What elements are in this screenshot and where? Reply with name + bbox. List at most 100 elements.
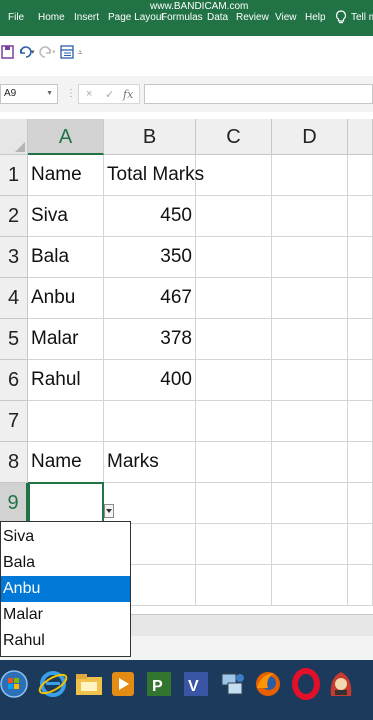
cell-b9[interactable] [104, 483, 196, 524]
row-header-1[interactable]: 1 [0, 155, 28, 196]
cell-a1[interactable]: Name [28, 155, 104, 196]
list-item-highlighted[interactable]: Anbu [1, 576, 130, 602]
cell-d5[interactable] [272, 319, 348, 360]
list-item[interactable]: Bala [1, 550, 130, 576]
formula-bar-grip-icon[interactable]: ⋮ [66, 88, 76, 99]
cell-e7[interactable] [348, 401, 373, 442]
tab-data[interactable]: Data [207, 12, 228, 23]
cell-e10[interactable] [348, 524, 373, 565]
cell-a6[interactable]: Rahul [28, 360, 104, 401]
column-header-e[interactable] [348, 119, 373, 155]
cell-e3[interactable] [348, 237, 373, 278]
project-icon[interactable]: P [143, 668, 175, 700]
windows-start-icon[interactable] [0, 668, 32, 700]
cell-c7[interactable] [196, 401, 272, 442]
cell-a3[interactable]: Bala [28, 237, 104, 278]
cancel-icon[interactable]: × [86, 88, 92, 100]
cell-b2[interactable]: 450 [104, 196, 196, 237]
cell-c4[interactable] [196, 278, 272, 319]
internet-explorer-icon[interactable] [37, 668, 69, 700]
tab-help[interactable]: Help [305, 12, 326, 23]
cell-e4[interactable] [348, 278, 373, 319]
tab-tell-me[interactable]: Tell m [351, 12, 373, 23]
row-header-8[interactable]: 8 [0, 442, 28, 483]
visio-icon[interactable]: V [180, 668, 212, 700]
tab-formulas[interactable]: Formulas [161, 12, 203, 23]
cell-b4[interactable]: 467 [104, 278, 196, 319]
row-header-6[interactable]: 6 [0, 360, 28, 401]
formula-input[interactable] [144, 84, 373, 104]
cell-c9[interactable] [196, 483, 272, 524]
column-header-b[interactable]: B [104, 119, 196, 155]
row-header-9[interactable]: 9 [0, 483, 28, 524]
row-header-2[interactable]: 2 [0, 196, 28, 237]
cell-c3[interactable] [196, 237, 272, 278]
cell-a5[interactable]: Malar [28, 319, 104, 360]
name-box[interactable]: A9 ▼ [0, 84, 58, 104]
column-header-d[interactable]: D [272, 119, 348, 155]
column-header-a[interactable]: A [28, 119, 104, 155]
cell-d8[interactable] [272, 442, 348, 483]
cell-d1[interactable] [272, 155, 348, 196]
tab-page-layout[interactable]: Page Layout [108, 12, 164, 23]
cell-a4[interactable]: Anbu [28, 278, 104, 319]
cell-b6[interactable]: 400 [104, 360, 196, 401]
save-icon[interactable] [0, 44, 16, 60]
list-item[interactable]: Rahul [1, 628, 130, 654]
column-header-c[interactable]: C [196, 119, 272, 155]
cell-d6[interactable] [272, 360, 348, 401]
file-explorer-icon[interactable] [73, 668, 105, 700]
cell-d9[interactable] [272, 483, 348, 524]
cell-c10[interactable] [196, 524, 272, 565]
row-header-3[interactable]: 3 [0, 237, 28, 278]
cell-e5[interactable] [348, 319, 373, 360]
cell-b7[interactable] [104, 401, 196, 442]
media-player-icon[interactable] [107, 668, 139, 700]
cell-b8[interactable]: Marks [104, 442, 196, 483]
tab-view[interactable]: View [275, 12, 297, 23]
cell-a8[interactable]: Name [28, 442, 104, 483]
cell-c1[interactable] [196, 155, 272, 196]
cell-e11[interactable] [348, 565, 373, 606]
cell-c8[interactable] [196, 442, 272, 483]
cell-a2[interactable]: Siva [28, 196, 104, 237]
cell-c2[interactable] [196, 196, 272, 237]
row-header-5[interactable]: 5 [0, 319, 28, 360]
undo-dropdown-icon[interactable]: ▾ [31, 48, 35, 56]
insert-function-icon[interactable]: fx [123, 88, 133, 101]
validation-dropdown-button[interactable] [104, 504, 114, 518]
cell-a7[interactable] [28, 401, 104, 442]
enter-icon[interactable]: ✓ [105, 88, 114, 101]
tab-file[interactable]: File [8, 12, 24, 23]
tab-review[interactable]: Review [236, 12, 269, 23]
cell-c5[interactable] [196, 319, 272, 360]
app-icon[interactable] [325, 668, 357, 700]
cell-e1[interactable] [348, 155, 373, 196]
cell-e9[interactable] [348, 483, 373, 524]
cell-e6[interactable] [348, 360, 373, 401]
cell-d7[interactable] [272, 401, 348, 442]
cell-d2[interactable] [272, 196, 348, 237]
cell-e8[interactable] [348, 442, 373, 483]
lightbulb-icon[interactable] [334, 10, 348, 24]
row-header-7[interactable]: 7 [0, 401, 28, 442]
tab-insert[interactable]: Insert [74, 12, 99, 23]
cell-b5[interactable]: 378 [104, 319, 196, 360]
cell-b3[interactable]: 350 [104, 237, 196, 278]
list-item[interactable]: Malar [1, 602, 130, 628]
customize-toolbar-icon[interactable]: ⩡ [78, 48, 83, 58]
row-header-4[interactable]: 4 [0, 278, 28, 319]
form-icon[interactable] [59, 44, 75, 60]
cell-c11[interactable] [196, 565, 272, 606]
chevron-down-icon[interactable]: ▼ [46, 85, 53, 103]
list-item[interactable]: Siva [1, 524, 130, 550]
network-icon[interactable] [216, 668, 248, 700]
cell-d3[interactable] [272, 237, 348, 278]
firefox-icon[interactable] [252, 668, 284, 700]
cell-d11[interactable] [272, 565, 348, 606]
cell-d10[interactable] [272, 524, 348, 565]
cell-c6[interactable] [196, 360, 272, 401]
cell-e2[interactable] [348, 196, 373, 237]
tab-home[interactable]: Home [38, 12, 65, 23]
cell-d4[interactable] [272, 278, 348, 319]
